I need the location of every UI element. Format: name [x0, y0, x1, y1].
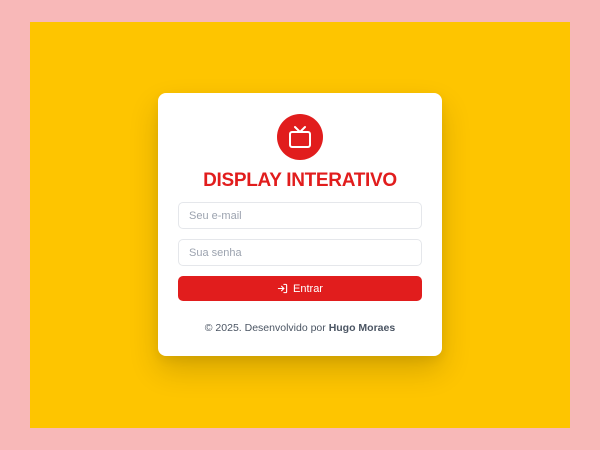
stage-background: DISPLAY INTERATIVO Entrar © 2025. Desenv…	[30, 22, 570, 428]
app-title: DISPLAY INTERATIVO	[203, 170, 397, 191]
login-button-label: Entrar	[293, 282, 323, 295]
password-field[interactable]	[178, 239, 422, 266]
footer-copyright: © 2025. Desenvolvido por	[204, 322, 326, 334]
logo-badge	[277, 114, 323, 160]
login-card: DISPLAY INTERATIVO Entrar © 2025. Desenv…	[158, 93, 442, 356]
email-field[interactable]	[178, 202, 422, 229]
footer-author: Hugo Moraes	[328, 322, 396, 334]
tv-icon	[289, 126, 311, 148]
login-button[interactable]: Entrar	[178, 276, 422, 301]
login-icon	[277, 283, 288, 294]
footer-credit: © 2025. Desenvolvido por Hugo Moraes	[158, 322, 442, 334]
